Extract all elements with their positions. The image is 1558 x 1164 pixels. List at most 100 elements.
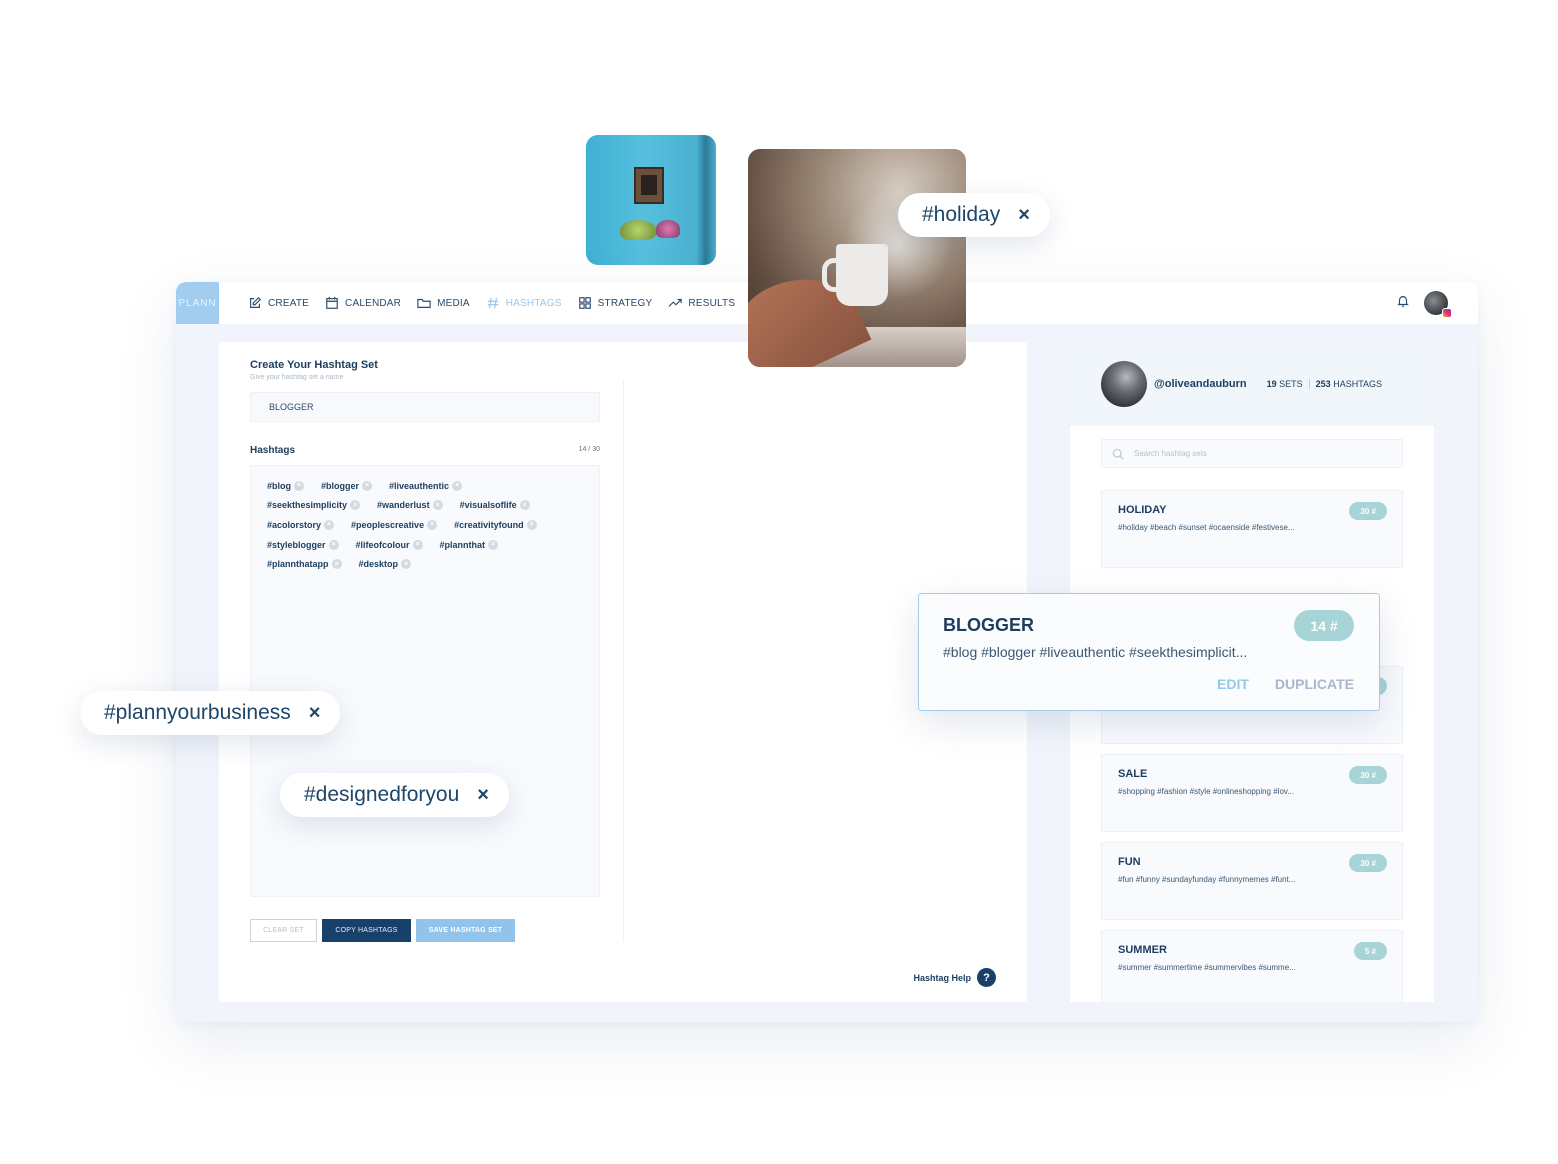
remove-tag-icon[interactable]: × bbox=[362, 480, 373, 491]
hashtag-set-card-fun[interactable]: FUN 30 # #fun #funny #sundayfunday #funn… bbox=[1101, 842, 1403, 920]
coffee-cup-photo bbox=[748, 149, 966, 367]
nav-hashtags[interactable]: HASHTAGS bbox=[486, 296, 562, 310]
form-subtitle: Give your hashtag set a name bbox=[250, 374, 344, 381]
tag-text: #blog bbox=[267, 480, 291, 491]
plann-logo[interactable]: PLANN bbox=[176, 282, 219, 324]
duplicate-button[interactable]: DUPLICATE bbox=[1275, 676, 1354, 692]
set-name-input[interactable]: BLOGGER bbox=[250, 392, 600, 422]
chip-text: #plannyourbusiness bbox=[104, 701, 291, 724]
remove-tag-icon[interactable]: × bbox=[519, 500, 530, 511]
tag-row: #seekthesimplicity × #wanderlust × #visual… bbox=[267, 496, 585, 516]
hashtag-tag: #seekthesimplicity × bbox=[267, 500, 361, 511]
nav-label: RESULTS bbox=[688, 297, 736, 309]
hashtag-icon bbox=[487, 297, 499, 309]
hashtag-tag: #peoplescreative × bbox=[351, 519, 438, 530]
close-icon[interactable]: × bbox=[1018, 205, 1030, 225]
hashtag-tag: #plannthat × bbox=[440, 539, 499, 550]
set-tags-preview: #blog #blogger #liveauthentic #seekthesi… bbox=[943, 644, 1248, 660]
hashtag-editor-panel: Create Your Hashtag Set Give your hashta… bbox=[219, 342, 1027, 1002]
grid-icon bbox=[578, 297, 591, 309]
search-hashtag-sets-input[interactable] bbox=[1134, 449, 1374, 458]
hashtag-set-card-summer[interactable]: SUMMER 5 # #summer #summertime #summervi… bbox=[1101, 930, 1403, 1002]
remove-tag-icon[interactable]: × bbox=[452, 480, 463, 491]
featured-hashtag-set-card[interactable]: BLOGGER 14 # #blog #blogger #liveauthent… bbox=[918, 593, 1380, 711]
hashtag-set-card-sale[interactable]: SALE 30 # #shopping #fashion #style #onl… bbox=[1101, 754, 1403, 832]
remove-tag-icon[interactable]: × bbox=[401, 559, 412, 570]
nav-label: CALENDAR bbox=[345, 297, 402, 309]
set-tags-preview: #fun #funny #sundayfunday #funnymemes #f… bbox=[1118, 875, 1296, 884]
help-label: Hashtag Help bbox=[913, 972, 971, 983]
tag-text: #liveauthentic bbox=[389, 480, 450, 491]
top-right-controls bbox=[1396, 291, 1452, 318]
remove-tag-icon[interactable]: × bbox=[350, 500, 361, 511]
profile-handle: @oliveandauburn bbox=[1154, 378, 1247, 390]
floating-hashtag-chip-business[interactable]: #plannyourbusiness × bbox=[80, 691, 341, 735]
chip-text: #designedforyou bbox=[304, 783, 460, 806]
form-actions: CLEAR SET COPY HASHTAGS SAVE HASHTAG SET bbox=[250, 919, 515, 942]
trend-icon bbox=[668, 298, 683, 307]
hashtag-tag: #visualsoflife × bbox=[460, 500, 530, 511]
remove-tag-icon[interactable]: × bbox=[412, 539, 423, 550]
set-tags-preview: #shopping #fashion #style #onlineshoppin… bbox=[1118, 787, 1294, 796]
hashtags-stat: 253 HASHTAGS bbox=[1315, 379, 1383, 389]
hashtag-input-area[interactable]: #blog × #blogger × #liveauthentic × #seekth… bbox=[250, 465, 600, 897]
tag-text: #wanderlust bbox=[377, 500, 430, 511]
flowers-graphic bbox=[656, 220, 680, 238]
hashtag-tag: #blog × bbox=[267, 480, 304, 491]
form-title: Create Your Hashtag Set bbox=[250, 359, 378, 371]
hashtag-tag: #lifeofcolour × bbox=[356, 539, 423, 550]
hashtag-set-card-holiday[interactable]: HOLIDAY 30 # #holiday #beach #sunset #oc… bbox=[1101, 490, 1403, 568]
nav-strategy[interactable]: STRATEGY bbox=[578, 296, 653, 310]
tag-text: #desktop bbox=[358, 559, 399, 570]
hashtags-label: Hashtags bbox=[250, 445, 296, 456]
tag-row: #acolorstory × #peoplescreative × #creativ… bbox=[267, 515, 585, 535]
hashtag-tag: #liveauthentic × bbox=[389, 480, 463, 491]
hashtag-help-link[interactable]: Hashtag Help ? bbox=[913, 968, 996, 987]
user-avatar[interactable] bbox=[1424, 291, 1452, 318]
hashtag-tag: #desktop × bbox=[358, 559, 412, 570]
remove-tag-icon[interactable]: × bbox=[328, 539, 339, 550]
floating-hashtag-chip-holiday[interactable]: #holiday × bbox=[898, 193, 1050, 237]
flowers-graphic bbox=[620, 220, 656, 240]
remove-tag-icon[interactable]: × bbox=[331, 559, 342, 570]
edit-button[interactable]: EDIT bbox=[1217, 676, 1249, 692]
set-name: SALE bbox=[1118, 768, 1148, 780]
set-count-badge: 30 # bbox=[1349, 854, 1387, 872]
remove-tag-icon[interactable]: × bbox=[294, 480, 304, 491]
nav-create[interactable]: CREATE bbox=[248, 296, 309, 310]
nav-media[interactable]: MEDIA bbox=[417, 296, 470, 310]
save-hashtag-set-button[interactable]: SAVE HASHTAG SET bbox=[416, 919, 515, 942]
set-name: FUN bbox=[1118, 856, 1141, 868]
search-icon bbox=[1112, 448, 1124, 460]
search-box bbox=[1101, 439, 1403, 468]
remove-tag-icon[interactable]: × bbox=[488, 539, 499, 550]
floating-hashtag-chip-designed[interactable]: #designedforyou × bbox=[280, 773, 509, 817]
clear-set-button[interactable]: CLEAR SET bbox=[250, 919, 317, 942]
remove-tag-icon[interactable]: × bbox=[432, 500, 443, 511]
nav-calendar[interactable]: CALENDAR bbox=[325, 296, 401, 310]
nav-label: CREATE bbox=[268, 297, 310, 309]
hashtag-tag: #acolorstory × bbox=[267, 519, 335, 530]
remove-tag-icon[interactable]: × bbox=[526, 519, 537, 530]
close-icon[interactable]: × bbox=[477, 785, 489, 805]
instagram-icon bbox=[1442, 308, 1452, 318]
calendar-icon bbox=[326, 296, 338, 309]
nav-label: HASHTAGS bbox=[505, 297, 562, 309]
hashtag-tag: #blogger × bbox=[321, 480, 373, 491]
cup-graphic bbox=[822, 244, 888, 306]
remove-tag-icon[interactable]: × bbox=[427, 519, 438, 530]
close-icon[interactable]: × bbox=[309, 703, 321, 723]
copy-hashtags-button[interactable]: COPY HASHTAGS bbox=[322, 919, 411, 942]
profile-header: @oliveandauburn 19 SETS 253 HASHTAGS bbox=[1070, 342, 1434, 426]
tag-text: #seekthesimplicity bbox=[267, 500, 348, 511]
hashtag-tag: #styleblogger × bbox=[267, 539, 339, 550]
remove-tag-icon[interactable]: × bbox=[324, 519, 335, 530]
edit-icon bbox=[250, 296, 262, 308]
chip-text: #holiday bbox=[922, 203, 1001, 226]
set-count-badge: 5 # bbox=[1353, 942, 1387, 960]
set-name: BLOGGER bbox=[943, 615, 1035, 635]
nav-results[interactable]: RESULTS bbox=[668, 296, 735, 310]
profile-stats: 19 SETS 253 HASHTAGS bbox=[1267, 379, 1382, 389]
nav-label: MEDIA bbox=[437, 297, 470, 309]
notification-bell-icon[interactable] bbox=[1396, 294, 1410, 313]
